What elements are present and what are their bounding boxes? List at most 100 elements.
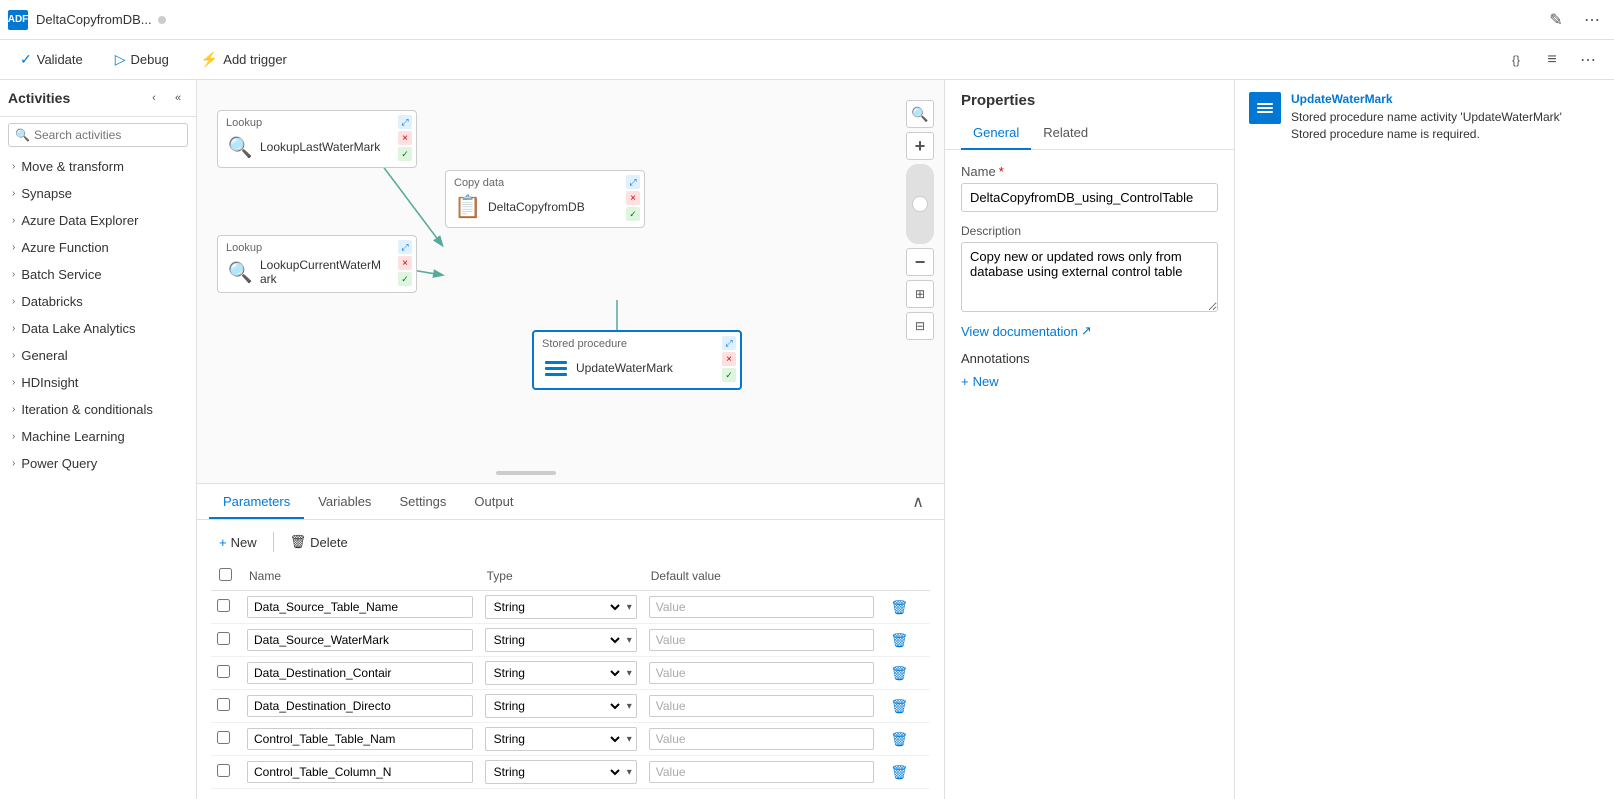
tab-output[interactable]: Output bbox=[460, 486, 527, 519]
param-name-input-1[interactable] bbox=[247, 629, 473, 651]
param-value-input-2[interactable] bbox=[649, 662, 875, 684]
zoom-out-btn[interactable]: − bbox=[906, 248, 934, 276]
sidebar-item-iteration[interactable]: › Iteration & conditionals bbox=[0, 396, 196, 423]
view-documentation-link[interactable]: View documentation ↗ bbox=[961, 323, 1218, 339]
param-name-input-4[interactable] bbox=[247, 728, 473, 750]
param-name-input-2[interactable] bbox=[247, 662, 473, 684]
type-select-5[interactable]: StringIntFloatBoolArrayObjectSecureStrin… bbox=[486, 761, 623, 783]
type-select-4[interactable]: StringIntFloatBoolArrayObjectSecureStrin… bbox=[486, 728, 623, 750]
param-value-input-1[interactable] bbox=[649, 629, 875, 651]
close-bottom-panel-btn[interactable]: ∧ bbox=[904, 488, 932, 516]
add-trigger-button[interactable]: ⚡ Add trigger bbox=[193, 47, 295, 72]
code-view-button[interactable]: {} bbox=[1502, 46, 1530, 74]
fit-view-btn[interactable]: ⊞ bbox=[906, 280, 934, 308]
node-close-btn[interactable]: × bbox=[722, 352, 736, 366]
layout-btn[interactable]: ⊟ bbox=[906, 312, 934, 340]
add-param-button[interactable]: + New bbox=[211, 531, 265, 554]
name-input[interactable] bbox=[961, 183, 1218, 212]
param-name-input-0[interactable] bbox=[247, 596, 473, 618]
toolbar-more-button[interactable]: ⋯ bbox=[1574, 46, 1602, 74]
edit-icon-btn[interactable]: ✎ bbox=[1542, 6, 1570, 34]
row-checkbox-5[interactable] bbox=[217, 764, 230, 777]
header-name: Name bbox=[241, 562, 479, 591]
select-all-checkbox[interactable] bbox=[219, 568, 232, 581]
info-button[interactable]: ≡ bbox=[1538, 46, 1566, 74]
node-close-btn[interactable]: × bbox=[626, 191, 640, 205]
param-value-input-5[interactable] bbox=[649, 761, 875, 783]
param-name-input-3[interactable] bbox=[247, 695, 473, 717]
props-tab-related[interactable]: Related bbox=[1031, 117, 1100, 150]
type-select-2[interactable]: StringIntFloatBoolArrayObjectSecureStrin… bbox=[486, 662, 623, 684]
sidebar-item-general[interactable]: › General bbox=[0, 342, 196, 369]
sidebar-item-hdinsight[interactable]: › HDInsight bbox=[0, 369, 196, 396]
node-close-btn[interactable]: × bbox=[398, 256, 412, 270]
debug-button[interactable]: ▷ Debug bbox=[107, 47, 177, 72]
type-select-0[interactable]: StringIntFloatBoolArrayObjectSecureStrin… bbox=[486, 596, 623, 618]
node-expand-btn[interactable]: ⤢ bbox=[398, 115, 412, 129]
row-checkbox-1[interactable] bbox=[217, 632, 230, 645]
node-copy-data[interactable]: Copy data 📋 DeltaCopyfromDB ⤢ × ✓ bbox=[445, 170, 645, 228]
header-checkbox-col bbox=[211, 562, 241, 591]
sidebar-item-synapse[interactable]: › Synapse bbox=[0, 180, 196, 207]
chevron-right-icon: › bbox=[12, 323, 15, 334]
delete-row-btn-4[interactable]: 🗑 bbox=[886, 729, 912, 750]
sidebar-item-power-query[interactable]: › Power Query bbox=[0, 450, 196, 477]
row-checkbox-2[interactable] bbox=[217, 665, 230, 678]
node-stored-procedure[interactable]: Stored procedure UpdateWaterMark ⤢ × ✓ bbox=[532, 330, 742, 390]
node-expand-btn[interactable]: ⤢ bbox=[398, 240, 412, 254]
node-check-btn[interactable]: ✓ bbox=[398, 272, 412, 286]
plus-icon: + bbox=[219, 535, 227, 550]
delete-row-btn-0[interactable]: 🗑 bbox=[886, 597, 912, 618]
type-select-1[interactable]: StringIntFloatBoolArrayObjectSecureStrin… bbox=[486, 629, 623, 651]
zoom-slider-thumb[interactable] bbox=[912, 196, 928, 212]
row-checkbox-4[interactable] bbox=[217, 731, 230, 744]
delete-row-btn-3[interactable]: 🗑 bbox=[886, 696, 912, 717]
delete-param-button[interactable]: 🗑 Delete bbox=[282, 530, 356, 554]
node-lookup2[interactable]: Lookup 🔍 LookupCurrentWaterMark ⤢ × ✓ bbox=[217, 235, 417, 293]
more-options-btn[interactable]: ⋯ bbox=[1578, 6, 1606, 34]
tab-variables[interactable]: Variables bbox=[304, 486, 385, 519]
param-name-input-5[interactable] bbox=[247, 761, 473, 783]
notification-text: UpdateWaterMark Stored procedure name ac… bbox=[1291, 92, 1600, 143]
row-checkbox-3[interactable] bbox=[217, 698, 230, 711]
search-input[interactable] bbox=[34, 128, 189, 142]
delete-row-btn-2[interactable]: 🗑 bbox=[886, 663, 912, 684]
search-canvas-btn[interactable]: 🔍 bbox=[906, 100, 934, 128]
sidebar-item-machine-learning[interactable]: › Machine Learning bbox=[0, 423, 196, 450]
row-type-cell: StringIntFloatBoolArrayObjectSecureStrin… bbox=[479, 690, 643, 723]
validate-button[interactable]: ✓ Validate bbox=[12, 47, 91, 72]
sidebar-item-azure-function[interactable]: › Azure Function bbox=[0, 234, 196, 261]
node-close-btn[interactable]: × bbox=[398, 131, 412, 145]
tab-settings[interactable]: Settings bbox=[385, 486, 460, 519]
param-value-input-3[interactable] bbox=[649, 695, 875, 717]
node-check-btn[interactable]: ✓ bbox=[626, 207, 640, 221]
sidebar-item-move-transform[interactable]: › Move & transform bbox=[0, 153, 196, 180]
delete-row-btn-5[interactable]: 🗑 bbox=[886, 762, 912, 783]
node-expand-btn[interactable]: ⤢ bbox=[722, 336, 736, 350]
annotations-section: Annotations + New bbox=[961, 351, 1218, 389]
collapse-all-icon[interactable]: « bbox=[168, 88, 188, 108]
tab-parameters[interactable]: Parameters bbox=[209, 486, 304, 519]
params-tbody: StringIntFloatBoolArrayObjectSecureStrin… bbox=[211, 591, 930, 789]
node-check-btn[interactable]: ✓ bbox=[722, 368, 736, 382]
node-check-btn[interactable]: ✓ bbox=[398, 147, 412, 161]
zoom-in-btn[interactable]: + bbox=[906, 132, 934, 160]
props-tab-general[interactable]: General bbox=[961, 117, 1031, 150]
sidebar-item-azure-data-explorer[interactable]: › Azure Data Explorer bbox=[0, 207, 196, 234]
sidebar-item-batch-service[interactable]: › Batch Service bbox=[0, 261, 196, 288]
collapse-icon[interactable]: ‹ bbox=[144, 88, 164, 108]
row-checkbox-0[interactable] bbox=[217, 599, 230, 612]
sidebar-item-databricks[interactable]: › Databricks bbox=[0, 288, 196, 315]
type-select-3[interactable]: StringIntFloatBoolArrayObjectSecureStrin… bbox=[486, 695, 623, 717]
param-value-input-0[interactable] bbox=[649, 596, 875, 618]
add-annotation-button[interactable]: + New bbox=[961, 374, 999, 389]
delete-row-btn-1[interactable]: 🗑 bbox=[886, 630, 912, 651]
separator bbox=[273, 532, 274, 552]
node-lookup1[interactable]: Lookup 🔍 LookupLastWaterMark ⤢ × ✓ bbox=[217, 110, 417, 168]
node-expand-btn[interactable]: ⤢ bbox=[626, 175, 640, 189]
description-textarea[interactable]: Copy new or updated rows only from datab… bbox=[961, 242, 1218, 312]
param-value-input-4[interactable] bbox=[649, 728, 875, 750]
canvas[interactable]: Lookup 🔍 LookupLastWaterMark ⤢ × ✓ Looku… bbox=[197, 80, 944, 483]
type-select-wrapper: StringIntFloatBoolArrayObjectSecureStrin… bbox=[485, 661, 637, 685]
sidebar-item-data-lake[interactable]: › Data Lake Analytics bbox=[0, 315, 196, 342]
